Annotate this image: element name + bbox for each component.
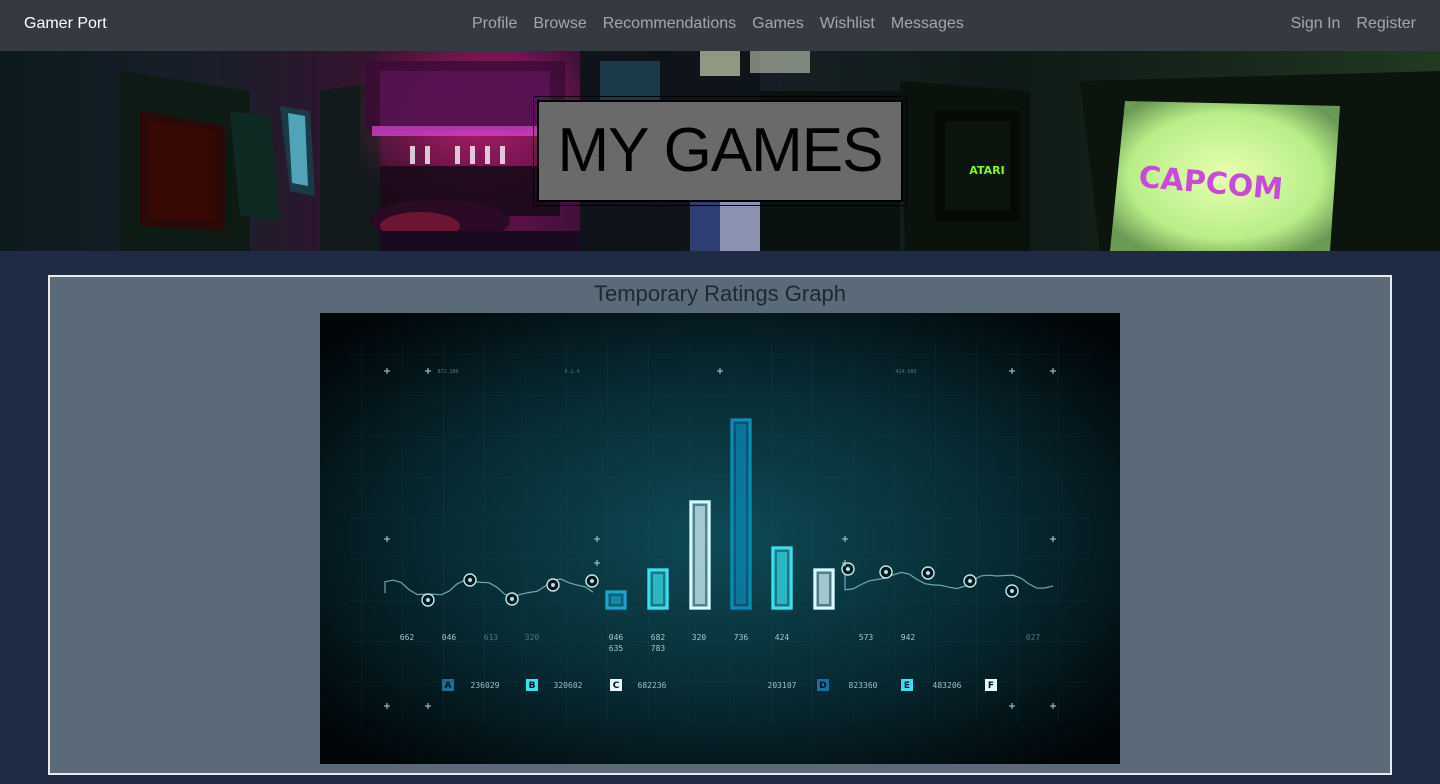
nav-link-messages[interactable]: Messages <box>883 0 972 47</box>
legend-key: E <box>904 681 910 691</box>
graph-number: 942 <box>901 633 916 642</box>
graph-number: 320 <box>525 633 540 642</box>
graph-bar-inner <box>653 574 663 604</box>
graph-number: 736 <box>734 633 749 642</box>
graph-illustration: 662 046 613 320 046 682 320 736 424 573 942 027 635 7… <box>320 313 1120 764</box>
navbar: Gamer Port Profile Browse Recommendation… <box>0 0 1440 51</box>
graph-number: 027 <box>1026 633 1041 642</box>
nav-link-browse[interactable]: Browse <box>525 0 594 47</box>
hero-banner: ATARI CAPCOM MY GAMES <box>0 51 1440 251</box>
nav-link-profile[interactable]: Profile <box>464 0 525 47</box>
sign-in-link[interactable]: Sign In <box>1283 0 1349 47</box>
graph-number: 046 <box>442 633 457 642</box>
graph-number: 613 <box>484 633 499 642</box>
brand-link[interactable]: Gamer Port <box>24 0 107 47</box>
graph-number: 046 <box>609 633 624 642</box>
legend-code: 203107 <box>768 681 797 690</box>
graph-marker-dot <box>1009 588 1015 594</box>
ratings-graph-image: 662 046 613 320 046 682 320 736 424 573 942 027 635 7… <box>320 313 1120 764</box>
graph-number: 573 <box>859 633 874 642</box>
graph-marker-dot <box>925 570 931 576</box>
legend-code: 823360 <box>849 681 878 690</box>
graph-marker-dot <box>589 578 595 584</box>
page-title-box: MY GAMES <box>533 96 907 206</box>
legend-key: A <box>445 681 452 691</box>
register-link[interactable]: Register <box>1348 0 1424 47</box>
legend-code: 682236 <box>638 681 667 690</box>
graph-number: 783 <box>651 644 666 653</box>
ratings-panel: Temporary Ratings Graph 662 046 613 320 046 6… <box>48 275 1392 775</box>
main-nav: Profile Browse Recommendations Games Wis… <box>464 0 972 47</box>
panel-title: Temporary Ratings Graph <box>594 281 846 306</box>
graph-number: 635 <box>609 644 624 653</box>
graph-marker-dot <box>845 566 851 572</box>
graph-marker-dot <box>425 597 431 603</box>
graph-number: 320 <box>692 633 707 642</box>
legend-key: B <box>529 681 536 691</box>
nav-link-wishlist[interactable]: Wishlist <box>812 0 883 47</box>
legend-code: 483206 <box>933 681 962 690</box>
legend-code: 320602 <box>554 681 583 690</box>
graph-marker-dot <box>883 569 889 575</box>
graph-marker-dot <box>509 596 515 602</box>
graph-corner-label: 871.186 <box>437 369 458 375</box>
graph-bar-inner <box>736 424 746 604</box>
graph-bar-inner <box>695 506 705 604</box>
graph-marker-dot <box>467 577 473 583</box>
graph-bar-inner <box>777 552 787 604</box>
legend-key: F <box>988 681 994 691</box>
graph-corner-label: 0.2.4 <box>564 369 579 375</box>
legend-code: 236029 <box>471 681 500 690</box>
graph-bar-inner <box>611 596 621 604</box>
nav-link-recommendations[interactable]: Recommendations <box>595 0 744 47</box>
graph-marker-dot <box>550 582 556 588</box>
graph-number: 424 <box>775 633 790 642</box>
page-title: MY GAMES <box>557 116 883 185</box>
atari-sign: ATARI <box>969 164 1004 177</box>
graph-number: 682 <box>651 633 666 642</box>
legend-key: D <box>819 681 826 691</box>
graph-bar-inner <box>819 574 829 604</box>
nav-link-games[interactable]: Games <box>744 0 812 47</box>
legend-key: C <box>613 681 620 691</box>
auth-nav: Sign In Register <box>1283 0 1424 47</box>
graph-number: 662 <box>400 633 415 642</box>
graph-marker-dot <box>967 578 973 584</box>
graph-corner-label: 424.580 <box>895 369 916 375</box>
